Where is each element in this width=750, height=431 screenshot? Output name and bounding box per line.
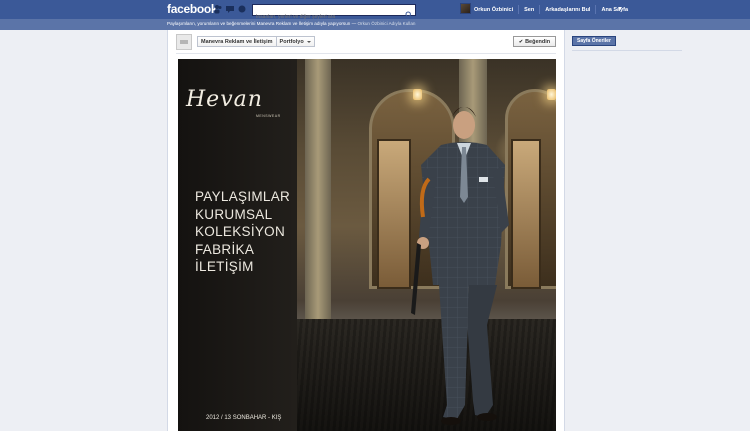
main-content: Manevra Reklam ve İletişim Portfolyo ✔ B… [167,30,565,431]
column-pillar [305,59,331,319]
page-thumbnail[interactable] [176,34,192,50]
portfolio-app-canvas: Hevan MENSWEAR PAYLAŞIMLAR KURUMSAL KOLE… [178,59,556,431]
liked-button[interactable]: ✔ Beğendin [513,36,556,47]
nav-divider [539,5,541,14]
brand-logo[interactable]: Hevan [186,87,263,112]
season-caption: 2012 / 13 SONBAHAR - KIŞ [206,415,282,421]
acting-as-text: Paylaşımların, yorumların ve beğenmeleri… [167,21,358,26]
search-box[interactable] [252,4,416,22]
menu-item-factory[interactable]: FABRİKA [195,241,290,259]
menu-item-contact[interactable]: İLETİŞİM [195,258,290,276]
menu-item-collection[interactable]: KOLEKSİYON [195,223,290,241]
breadcrumb-divider [275,37,277,46]
switch-identity-link[interactable]: Orkun Özbinici Adıyla Kullan [357,21,415,26]
search-icon[interactable] [405,6,413,19]
menu-item-shares[interactable]: PAYLAŞIMLAR [195,188,290,206]
header-divider [176,53,556,54]
nav-you-link[interactable]: Sen [524,7,534,13]
account-menu-chevron-down-icon[interactable] [618,7,622,10]
nav-find-friends-link[interactable]: Arkadaşlarını Bul [545,7,590,13]
brand-tagline: MENSWEAR [256,114,281,118]
notifications-icon[interactable] [238,4,246,14]
breadcrumb: Manevra Reklam ve İletişim Portfolyo [197,36,315,47]
acting-as-notice: Paylaşımların, yorumların ve beğenmeleri… [167,21,415,26]
facebook-logo[interactable]: facebook [167,2,218,16]
acting-as-page-bar: Paylaşımların, yorumların ve beğenmeleri… [0,19,750,30]
portfolio-menu: PAYLAŞIMLAR KURUMSAL KOLEKSİYON FABRİKA … [195,188,290,276]
top-nav-links: Orkun Özbinici Sen Arkadaşlarını Bul Ana… [474,5,628,14]
top-navigation-bar: facebook Orkun Özbinici Sen Arkadaşların… [0,0,750,22]
notification-jewels [214,4,246,14]
messages-icon[interactable] [226,4,234,14]
menu-item-corporate[interactable]: KURUMSAL [195,206,290,224]
nav-home-link[interactable]: Ana Sayfa [601,7,628,13]
model-photo [411,107,509,425]
sidebar-divider [572,50,682,51]
breadcrumb-page-name[interactable]: Manevra Reklam ve İletişim [201,39,273,45]
page-header: Manevra Reklam ve İletişim Portfolyo ✔ B… [176,34,556,50]
nav-profile-link[interactable]: Orkun Özbinici [474,7,513,13]
avatar[interactable] [460,3,471,14]
breadcrumb-tab-name[interactable]: Portfolyo [280,39,304,45]
checkmark-icon: ✔ [518,38,524,45]
friend-requests-icon[interactable] [214,4,222,14]
nav-divider [518,5,520,14]
page-suggestions-button[interactable]: Sayfa Öneriler [572,36,616,46]
chevron-down-icon[interactable] [306,40,311,43]
nav-divider [595,5,597,14]
lamp [547,89,556,100]
menu-panel: Hevan MENSWEAR PAYLAŞIMLAR KURUMSAL KOLE… [178,59,297,431]
liked-button-label: Beğendin [525,38,551,45]
